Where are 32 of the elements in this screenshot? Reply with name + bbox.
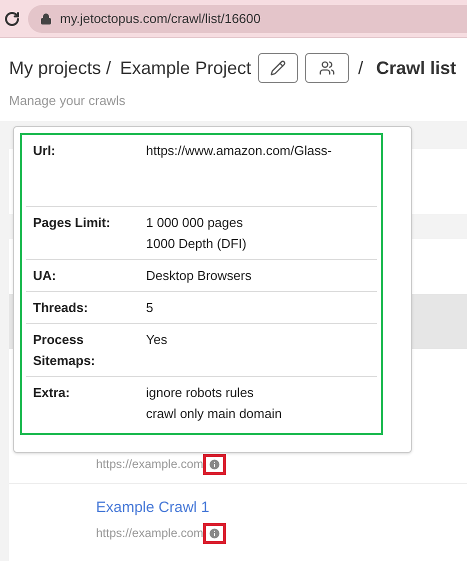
breadcrumb-link[interactable]: Example Project <box>120 54 252 82</box>
detail-label: Threads: <box>32 299 89 317</box>
detail-value: Yes <box>146 331 168 349</box>
pencil-icon <box>270 60 286 76</box>
breadcrumb-separator: / <box>358 56 364 80</box>
crawl-url: https://example.com <box>96 525 204 542</box>
detail-label: Url: <box>32 142 56 160</box>
breadcrumb-link[interactable]: My projects / <box>9 54 112 82</box>
page-subtitle: Manage your crawls <box>9 92 126 110</box>
crawl-url: https://example.com <box>96 456 204 473</box>
detail-value: Desktop Browsers <box>146 267 252 285</box>
detail-value: 5 <box>146 299 154 317</box>
detail-label: Pages Limit: <box>32 214 112 232</box>
page-title: Crawl list <box>376 56 456 80</box>
detail-label: Extra: <box>32 384 71 402</box>
detail-value: ignore robots rules crawl only main domain <box>146 384 283 423</box>
team-button[interactable] <box>305 53 350 83</box>
url-text: my.jetoctopus.com/crawl/list/16600 <box>60 10 261 28</box>
info-button[interactable] <box>203 522 226 544</box>
crawl-link[interactable]: Example Crawl 1 <box>96 497 467 520</box>
address-bar[interactable]: my.jetoctopus.com/crawl/list/16600 <box>28 4 467 32</box>
edit-button[interactable] <box>258 53 298 83</box>
users-icon <box>319 60 336 76</box>
info-icon <box>208 458 222 470</box>
detail-label: UA: <box>32 267 58 285</box>
detail-value: https://www.amazon.com/Glass- <box>146 142 333 160</box>
lock-icon <box>40 12 52 24</box>
detail-value: 1 000 000 pages 1000 Depth (DFI) <box>146 214 248 253</box>
info-icon <box>208 526 222 540</box>
reload-icon[interactable] <box>4 10 20 26</box>
detail-label: Process Sitemaps: <box>32 331 96 370</box>
info-button[interactable] <box>203 454 226 474</box>
